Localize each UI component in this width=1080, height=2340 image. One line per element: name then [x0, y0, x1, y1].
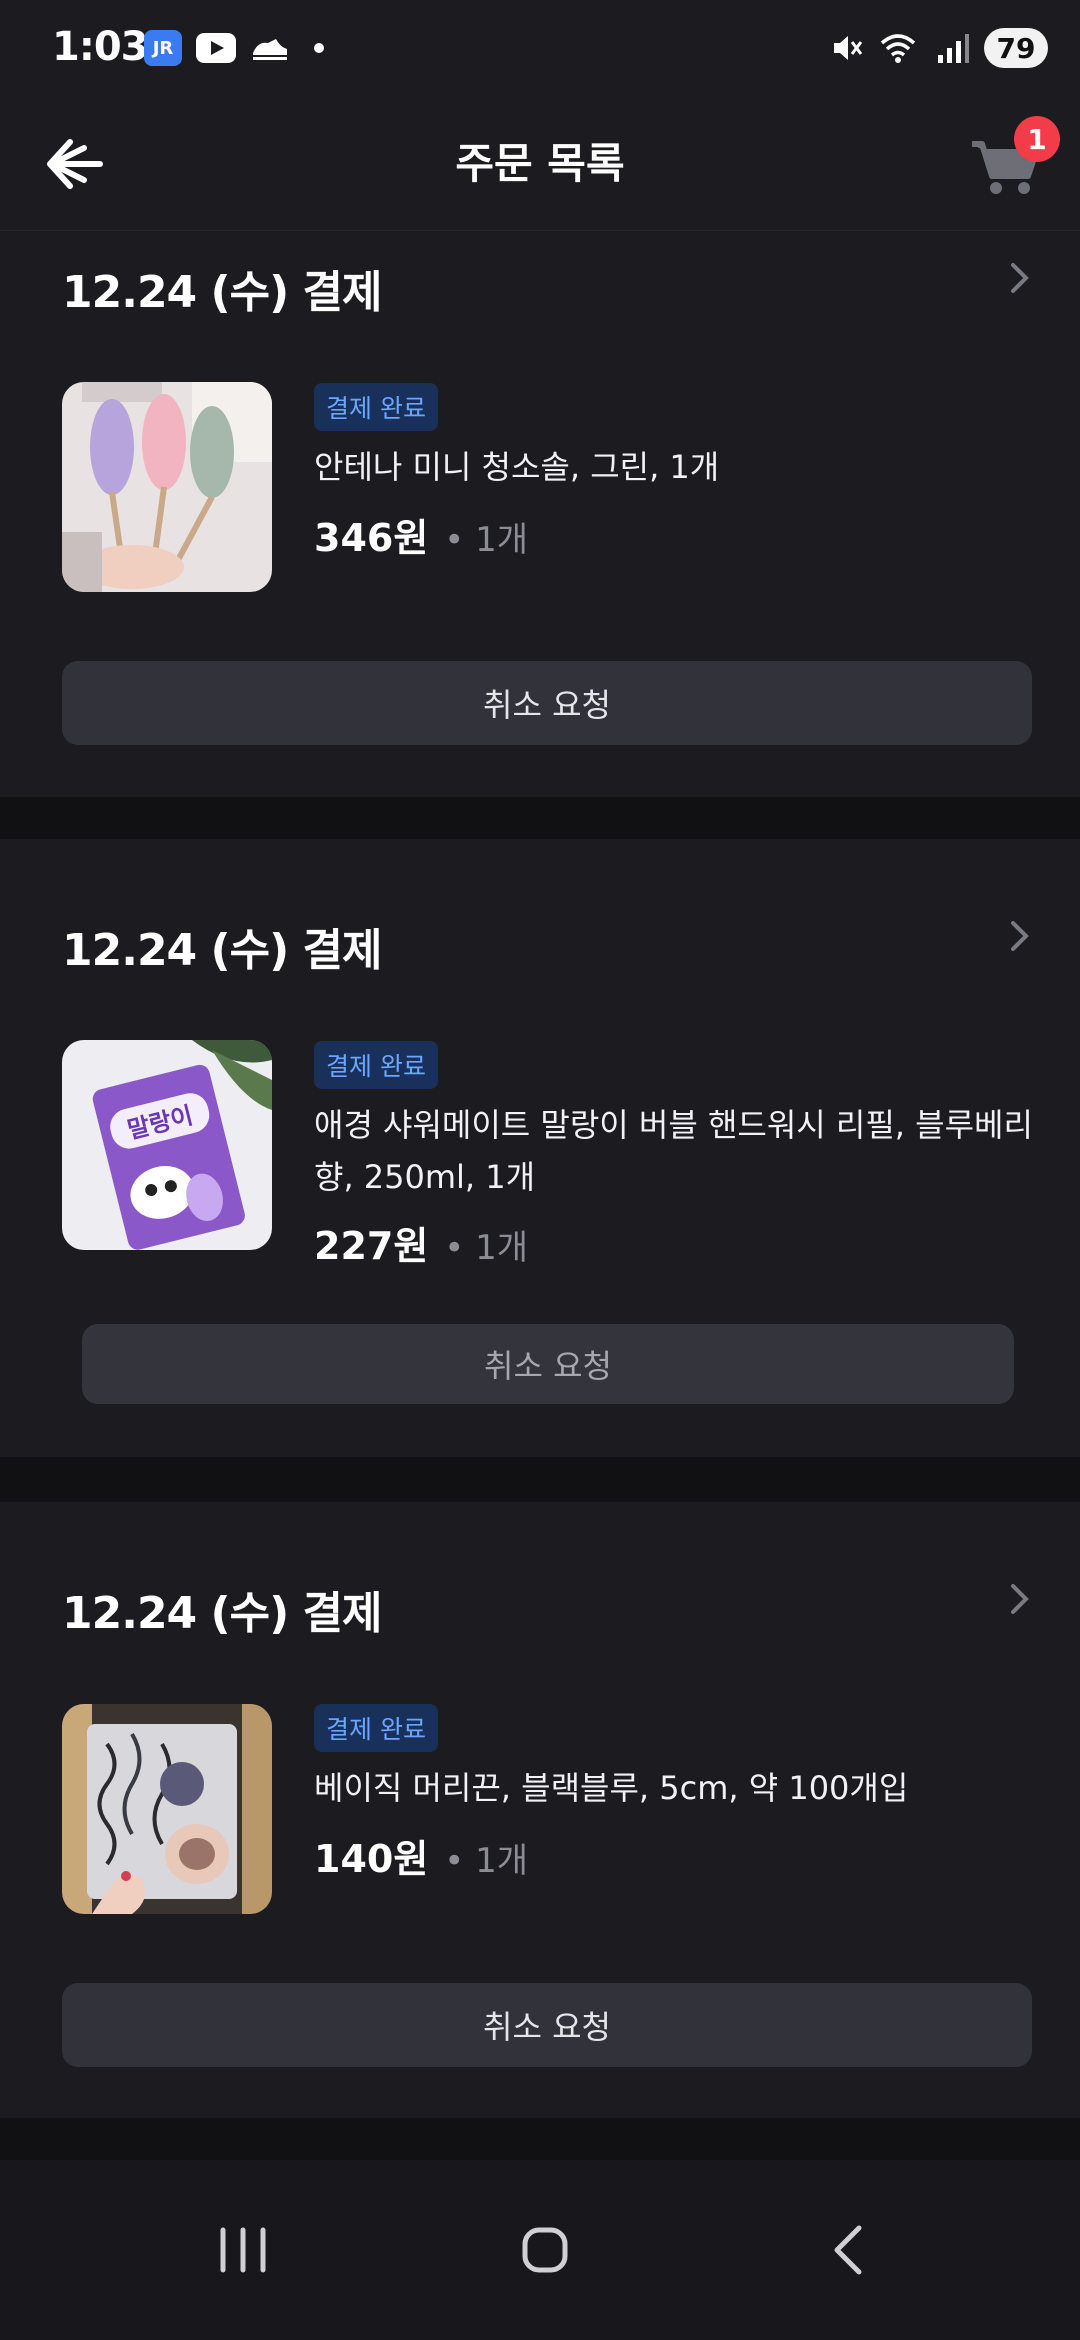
app-header: 주문 목록 1	[0, 100, 1080, 231]
product-image[interactable]	[62, 382, 272, 592]
order-card: 12.24 (수) 결제 결제 완료 베이직 머리끈, 블랙블루, 5cm, 약…	[0, 1502, 1080, 2118]
wifi-icon	[880, 34, 916, 63]
status-badge: 결제 완료	[314, 383, 438, 431]
chevron-right-icon[interactable]	[1002, 1582, 1036, 1616]
status-bar: 1:03 JR 79	[0, 0, 1080, 100]
cancel-request-button[interactable]: 취소 요청	[62, 661, 1032, 745]
order-date: 12.24 (수) 결제	[62, 925, 382, 976]
status-badge: 결제 완료	[314, 1041, 438, 1089]
system-navigation-bar	[0, 2160, 1080, 2340]
order-card: 12.24 (수) 결제 결제 완료 안테나 미니 청소솔, 그린, 1개 34…	[0, 231, 1080, 797]
chevron-right-icon[interactable]	[1002, 919, 1036, 953]
product-price: 227원 • 1개	[314, 1215, 528, 1270]
quantity: • 1개	[444, 520, 529, 560]
order-date: 12.24 (수) 결제	[62, 1588, 382, 1639]
order-card: 12.24 (수) 결제 말랑이 결제 완료 애경 샤워메이트 말랑이 버블 핸…	[0, 839, 1080, 1457]
youtube-icon	[196, 33, 236, 63]
status-badge: 결제 완료	[314, 1704, 438, 1752]
notification-icons: JR	[144, 30, 324, 66]
product-name[interactable]: 베이직 머리끈, 블랙블루, 5cm, 약 100개입	[314, 1762, 1034, 1814]
price-value: 346원	[314, 516, 429, 560]
shoe-app-icon	[253, 39, 287, 60]
product-price: 140원 • 1개	[314, 1828, 528, 1883]
status-time: 1:03	[52, 24, 148, 70]
app-notification-icon: JR	[144, 30, 182, 66]
page-title: 주문 목록	[455, 139, 625, 188]
system-icons: 79	[830, 28, 1048, 68]
order-date: 12.24 (수) 결제	[62, 267, 382, 318]
cancel-request-button[interactable]: 취소 요청	[82, 1324, 1014, 1404]
product-image[interactable]: 말랑이	[62, 1040, 272, 1250]
product-name[interactable]: 애경 샤워메이트 말랑이 버블 핸드워시 리필, 블루베리향, 250ml, 1…	[314, 1099, 1034, 1203]
cart-count-badge: 1	[1014, 116, 1060, 162]
price-value: 227원	[314, 1224, 429, 1268]
product-image[interactable]	[62, 1704, 272, 1914]
cancel-request-button[interactable]: 취소 요청	[62, 1983, 1032, 2067]
more-notifications-icon	[314, 43, 324, 53]
product-name[interactable]: 안테나 미니 청소솔, 그린, 1개	[314, 441, 1034, 493]
back-nav-icon[interactable]	[804, 2210, 894, 2290]
product-price: 346원 • 1개	[314, 507, 528, 562]
signal-icon	[938, 34, 969, 63]
chevron-right-icon[interactable]	[1002, 261, 1036, 295]
mute-icon	[834, 36, 863, 60]
quantity: • 1개	[444, 1841, 529, 1881]
home-icon[interactable]	[500, 2210, 590, 2290]
quantity: • 1개	[444, 1228, 529, 1268]
price-value: 140원	[314, 1837, 429, 1881]
battery-icon: 79	[984, 28, 1048, 68]
recent-apps-icon[interactable]	[198, 2210, 288, 2290]
